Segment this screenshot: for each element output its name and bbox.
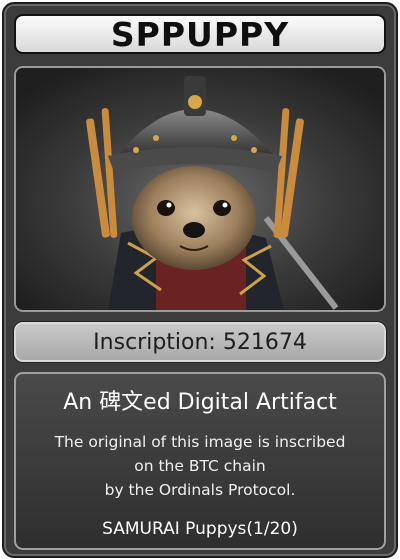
collection-label: SAMURAI Puppys(1/20) — [102, 519, 298, 539]
info-line: on the BTC chain — [134, 457, 266, 475]
nft-card: SPPUPPY Inscription: 521674 An 碑文ed Digi… — [2, 2, 398, 558]
info-box: An 碑文ed Digital Artifact The original of… — [14, 372, 386, 550]
card-title: SPPUPPY — [110, 14, 290, 54]
info-heading: An 碑文ed Digital Artifact — [63, 390, 337, 415]
artwork-frame — [14, 66, 386, 312]
title-bar: SPPUPPY — [14, 14, 386, 54]
inscription-number: Inscription: 521674 — [93, 329, 307, 355]
samurai-puppy-image — [16, 68, 384, 310]
info-line: The original of this image is inscribed — [54, 433, 346, 451]
info-line: by the Ordinals Protocol. — [104, 481, 296, 499]
inscription-bar: Inscription: 521674 — [14, 322, 386, 362]
info-description: The original of this image is inscribed … — [16, 430, 384, 502]
